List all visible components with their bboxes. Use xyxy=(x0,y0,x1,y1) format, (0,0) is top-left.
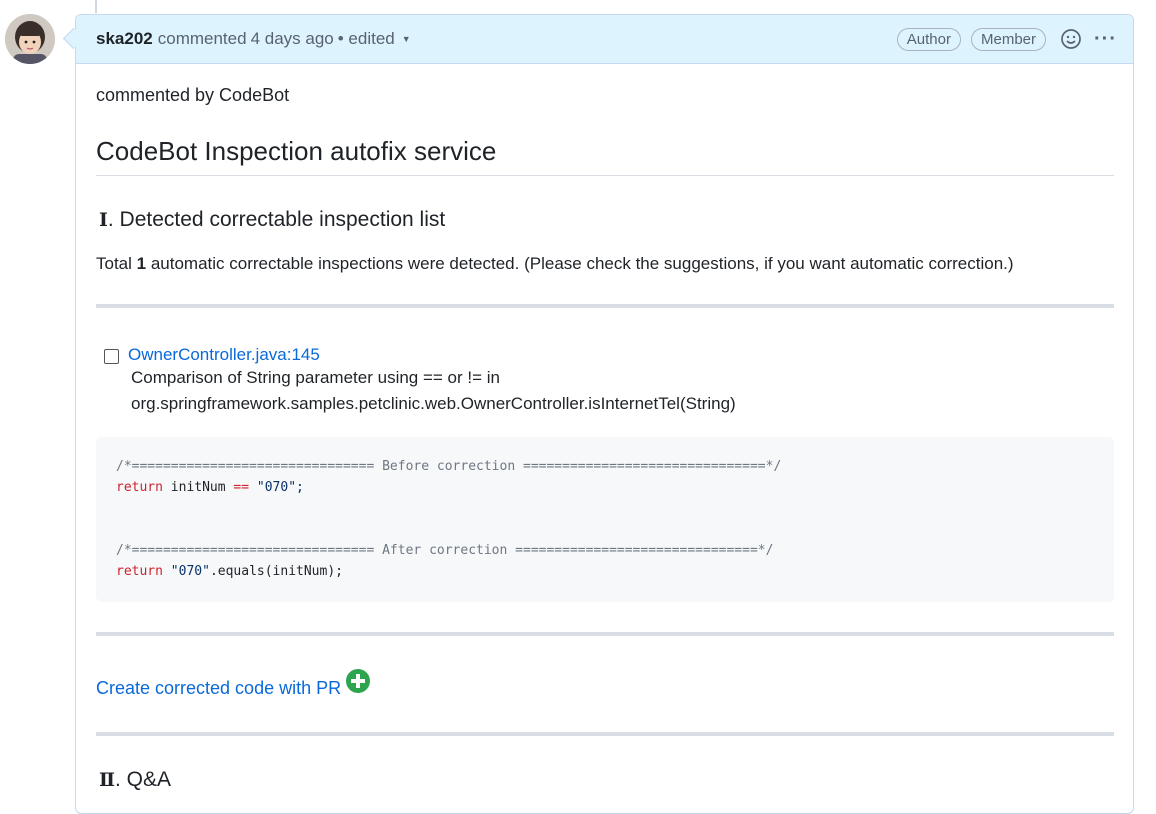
author-badge: Author xyxy=(896,27,961,51)
keyword: return xyxy=(116,564,163,579)
comment-box: ska202 commented 4 days ago • edited ▼ A… xyxy=(75,14,1134,814)
smiley-icon[interactable] xyxy=(1060,28,1082,50)
avatar-image xyxy=(5,14,55,64)
section-title-1: . Detected correctable inspection list xyxy=(107,208,446,231)
roman-numeral-2: Ⅱ xyxy=(99,769,116,791)
file-link[interactable]: OwnerController.java:145 xyxy=(128,345,320,365)
keyword: return xyxy=(116,480,163,495)
task-checkbox[interactable] xyxy=(104,349,119,364)
caret-down-icon: ▼ xyxy=(401,34,411,44)
comment-action: commented xyxy=(157,29,247,48)
roman-numeral-1: Ⅰ xyxy=(99,209,108,231)
total-count: 1 xyxy=(136,254,147,273)
after-comment: /*=============================== After … xyxy=(116,543,774,558)
member-badge: Member xyxy=(971,27,1047,51)
page-title: CodeBot Inspection autofix service xyxy=(96,136,1114,176)
kebab-icon[interactable]: ··· xyxy=(1094,29,1117,49)
after-code: return "070".equals(initNum); xyxy=(116,561,1094,582)
divider xyxy=(96,632,1114,636)
string-literal: "070"; xyxy=(249,480,304,495)
total-summary: Total 1 automatic correctable inspection… xyxy=(96,254,1114,274)
edited-label: • edited xyxy=(337,29,395,48)
comment-time[interactable]: 4 days ago xyxy=(251,29,334,49)
divider xyxy=(96,732,1114,736)
author-link[interactable]: ska202 xyxy=(96,29,153,49)
task-item: OwnerController.java:145 xyxy=(96,345,1114,365)
section-heading-2: Ⅱ. Q&A xyxy=(96,768,1114,792)
comment-body: commented by CodeBot CodeBot Inspection … xyxy=(96,77,1114,792)
commented-by: commented by CodeBot xyxy=(96,85,290,105)
create-pr-link[interactable]: Create corrected code with PR xyxy=(96,669,1114,700)
timeline-line xyxy=(95,0,97,13)
total-prefix: Total xyxy=(96,254,137,273)
code-gap xyxy=(116,498,1094,540)
task-description: Comparison of String parameter using == … xyxy=(131,365,1114,417)
string-literal: "070" xyxy=(162,564,210,579)
operator: == xyxy=(233,480,250,495)
edited-dropdown[interactable]: • edited ▼ xyxy=(338,29,411,49)
comment-header: ska202 commented 4 days ago • edited ▼ A… xyxy=(76,15,1133,64)
total-suffix: automatic correctable inspections were d… xyxy=(146,254,1014,273)
header-actions: Author Member ··· xyxy=(887,27,1133,51)
section-heading-1: Ⅰ. Detected correctable inspection list xyxy=(96,208,1114,232)
before-comment: /*=============================== Before… xyxy=(116,459,782,474)
plus-icon xyxy=(346,669,371,693)
create-pr-label: Create corrected code with PR xyxy=(96,677,342,698)
desc-line-1: Comparison of String parameter using == … xyxy=(131,368,500,387)
before-code: return initNum == "070"; xyxy=(116,477,1094,498)
desc-line-2: org.springframework.samples.petclinic.we… xyxy=(131,394,736,413)
avatar[interactable] xyxy=(5,14,55,64)
code-text: .equals(initNum); xyxy=(209,564,343,579)
section-title-2: . Q&A xyxy=(115,768,172,791)
code-block: /*=============================== Before… xyxy=(96,437,1114,602)
code-text: initNum xyxy=(162,480,234,495)
divider xyxy=(96,304,1114,308)
